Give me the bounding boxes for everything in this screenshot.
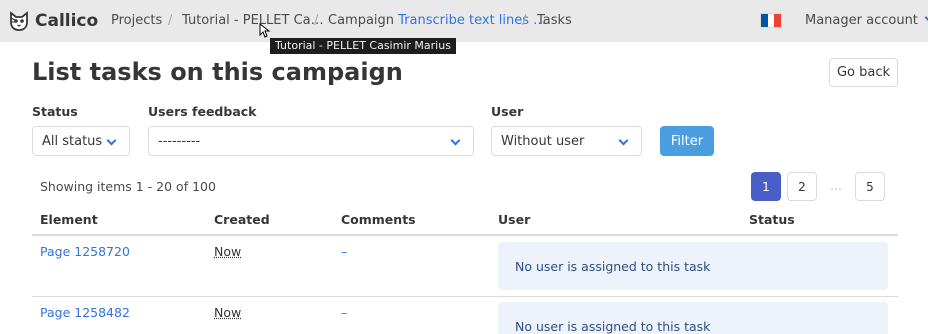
- language-flag-icon[interactable]: [760, 13, 782, 28]
- column-header-comments: Comments: [341, 212, 416, 227]
- breadcrumb-campaign[interactable]: Campaign Transcribe text lines …: [328, 13, 546, 29]
- account-menu[interactable]: Manager account: [805, 12, 928, 29]
- chevron-down-icon: [106, 135, 117, 146]
- user-filter-label: User: [491, 104, 524, 119]
- column-header-status: Status: [749, 212, 795, 227]
- feedback-select-value: ---------: [158, 133, 201, 149]
- user-select[interactable]: Without user: [491, 126, 642, 156]
- breadcrumb-tasks: Tasks: [537, 13, 572, 28]
- chevron-down-icon: [618, 135, 629, 146]
- chevron-down-icon: [450, 135, 461, 146]
- go-back-button[interactable]: Go back: [829, 58, 898, 87]
- column-header-user: User: [498, 212, 531, 227]
- brand-link[interactable]: Callico: [8, 9, 98, 33]
- top-navbar: Callico Projects / Tutorial - PELLET Ca……: [0, 0, 928, 42]
- status-filter-label: Status: [32, 104, 78, 119]
- breadcrumb-project[interactable]: Tutorial - PELLET Ca…: [182, 13, 324, 29]
- status-select[interactable]: All status: [32, 126, 130, 156]
- breadcrumb-tooltip: Tutorial - PELLET Casimir Marius: [270, 38, 456, 54]
- column-header-element: Element: [40, 212, 98, 227]
- breadcrumb-separator: /: [168, 13, 173, 28]
- table-row-created: Now: [214, 305, 242, 320]
- feedback-filter-label: Users feedback: [148, 104, 257, 119]
- chevron-down-icon: [924, 12, 928, 23]
- breadcrumb-campaign-prefix: Campaign: [328, 13, 395, 28]
- breadcrumb-separator: /: [522, 13, 527, 28]
- filter-button[interactable]: Filter: [660, 126, 714, 156]
- account-label: Manager account: [805, 13, 918, 28]
- pagination-page-5[interactable]: 5: [855, 172, 885, 201]
- feedback-select[interactable]: ---------: [148, 126, 474, 156]
- no-user-notice: No user is assigned to this task: [498, 242, 888, 290]
- table-row-element-link[interactable]: Page 1258482: [40, 305, 130, 320]
- table-row-divider: [32, 296, 898, 297]
- column-header-created: Created: [214, 212, 270, 227]
- breadcrumb-projects[interactable]: Projects: [111, 13, 162, 29]
- table-row-comments: –: [341, 244, 348, 259]
- pagination-ellipsis: …: [830, 179, 842, 193]
- pagination-page-2[interactable]: 2: [787, 172, 817, 201]
- brand-name: Callico: [35, 11, 99, 31]
- no-user-notice: No user is assigned to this task: [498, 302, 888, 334]
- no-user-notice-text: No user is assigned to this task: [515, 258, 711, 274]
- user-select-value: Without user: [501, 133, 585, 149]
- no-user-notice-text: No user is assigned to this task: [515, 318, 711, 334]
- pagination-page-1[interactable]: 1: [751, 172, 781, 201]
- table-row-created: Now: [214, 244, 242, 259]
- table-row-element-link[interactable]: Page 1258720: [40, 244, 130, 259]
- items-summary: Showing items 1 - 20 of 100: [40, 179, 216, 194]
- mouse-pointer-icon: [259, 23, 271, 38]
- cat-logo-icon: [10, 11, 28, 31]
- table-row-comments: –: [341, 305, 348, 320]
- breadcrumb-separator: /: [314, 13, 319, 28]
- page-title: List tasks on this campaign: [32, 58, 403, 86]
- table-header-divider: [32, 234, 898, 236]
- status-select-value: All status: [42, 133, 103, 149]
